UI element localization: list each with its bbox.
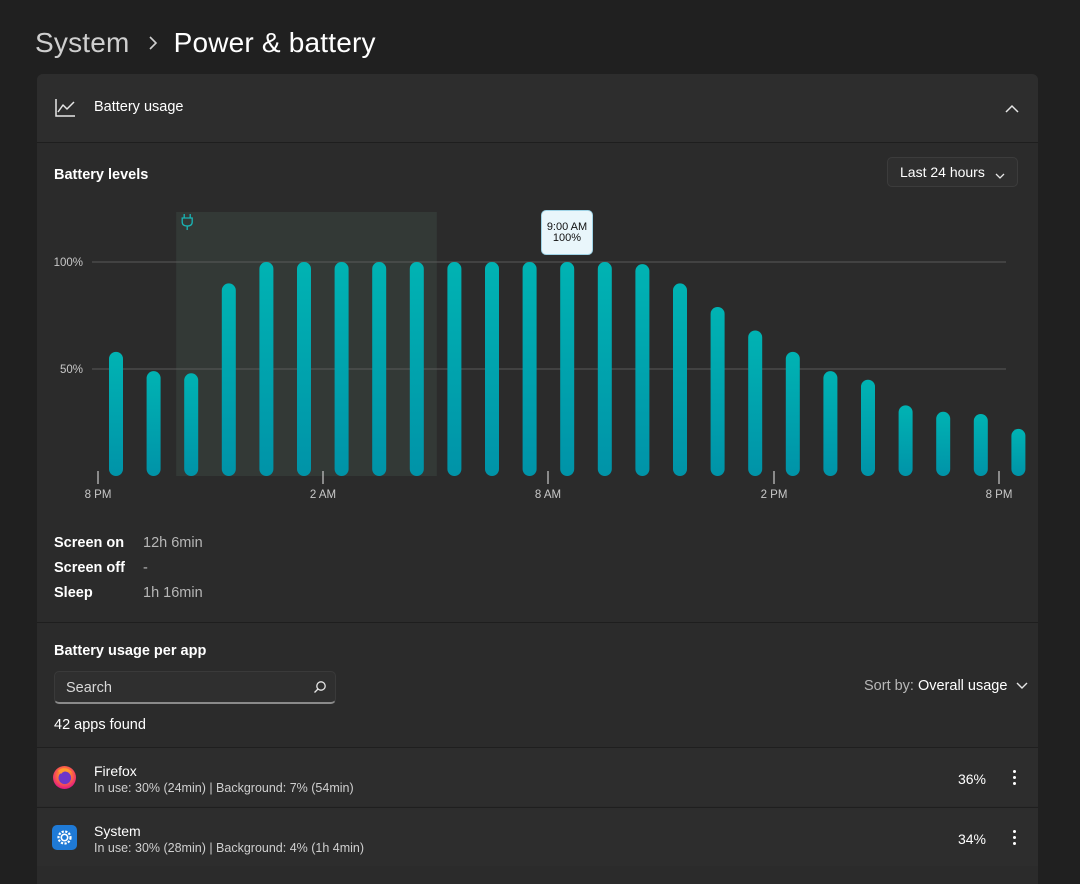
tooltip-time: 9:00 AM	[546, 220, 588, 233]
system-gear-icon	[52, 825, 77, 850]
y-tick-label: 50%	[60, 364, 83, 376]
more-options-icon[interactable]	[1004, 765, 1024, 789]
battery-bar	[372, 262, 387, 476]
app-usage-detail: In use: 30% (28min) | Background: 4% (1h…	[94, 841, 365, 855]
app-usage-percent: 34%	[957, 831, 986, 847]
battery-bar	[221, 283, 236, 476]
apps-found-count: 42 apps found	[54, 717, 146, 733]
tooltip-value: 100%	[552, 231, 582, 244]
battery-bar	[861, 379, 875, 476]
per-app-title: Battery usage per app	[54, 643, 207, 659]
stat-label: Screen off	[54, 559, 125, 576]
y-tick-label: 100%	[54, 257, 83, 269]
breadcrumb-system[interactable]: System	[35, 27, 130, 59]
battery-usage-card: Battery usage Battery levels Last 24 hou…	[37, 74, 1038, 884]
battery-bar	[748, 330, 763, 476]
battery-bar	[259, 262, 274, 476]
stat-screen-on: Screen on 12h 6min	[54, 530, 203, 555]
battery-bar	[785, 351, 800, 476]
battery-bar	[447, 262, 462, 476]
stat-label: Screen on	[54, 534, 125, 551]
breadcrumb: System Power & battery	[35, 22, 376, 64]
stat-screen-off: Screen off -	[54, 555, 203, 580]
x-tick-label: 8 PM	[85, 489, 112, 501]
battery-bar	[184, 373, 199, 476]
search-icon[interactable]	[313, 680, 327, 699]
battery-bar	[409, 262, 424, 476]
page-title: Power & battery	[173, 27, 376, 58]
sort-label: Sort by:	[864, 678, 914, 694]
app-usage-detail: In use: 30% (24min) | Background: 7% (54…	[94, 781, 354, 795]
usage-stats: Screen on 12h 6min Screen off - Sleep 1h…	[54, 530, 203, 605]
x-tick-label: 8 AM	[535, 489, 561, 501]
battery-bar	[1011, 428, 1026, 476]
battery-bar	[334, 262, 349, 476]
battery-bar	[973, 413, 988, 476]
battery-bar	[485, 262, 499, 476]
battery-bar	[146, 371, 161, 476]
app-name: Firefox	[94, 763, 137, 779]
x-tick-label: 8 PM	[986, 489, 1013, 501]
app-usage-percent: 36%	[957, 771, 986, 787]
section-divider	[37, 622, 1038, 623]
stat-label: Sleep	[54, 584, 93, 601]
battery-bar	[597, 262, 612, 476]
battery-bar	[109, 351, 123, 476]
x-tick-label: 2 AM	[310, 489, 336, 501]
battery-bar	[635, 264, 650, 476]
sort-value: Overall usage	[917, 678, 1008, 694]
battery-bar	[936, 411, 951, 476]
app-row-system[interactable]: System In use: 30% (28min) | Background:…	[37, 807, 1038, 866]
battery-bar	[560, 262, 575, 476]
app-name: System	[94, 823, 141, 839]
battery-level-chart: 100% 50% 8 PM 2 AM 8 AM 2 PM 8 PM	[54, 212, 1026, 501]
chevron-right-icon	[148, 30, 158, 56]
x-tick-label: 2 PM	[761, 489, 788, 501]
battery-bar	[297, 262, 311, 476]
battery-bar	[673, 283, 687, 476]
sort-dropdown[interactable]: Sort by: Overall usage	[864, 678, 1028, 694]
battery-bar	[522, 262, 537, 476]
stat-value: 1h 16min	[143, 584, 203, 601]
battery-bar	[898, 405, 913, 476]
battery-bar	[823, 371, 838, 476]
firefox-icon	[52, 765, 77, 790]
app-search-box[interactable]	[54, 671, 336, 704]
stat-value: 12h 6min	[143, 534, 203, 551]
app-row-firefox[interactable]: Firefox In use: 30% (24min) | Background…	[37, 747, 1038, 806]
chevron-down-icon	[1016, 678, 1028, 694]
more-options-icon[interactable]	[1004, 825, 1024, 849]
search-input[interactable]	[55, 672, 308, 704]
power-battery-page: System Power & battery Battery usage Bat…	[0, 0, 1080, 884]
stat-sleep: Sleep 1h 16min	[54, 580, 203, 605]
battery-bar	[710, 306, 725, 476]
chart-tooltip: 9:00 AM 100%	[541, 210, 593, 255]
stat-value: -	[143, 559, 148, 576]
